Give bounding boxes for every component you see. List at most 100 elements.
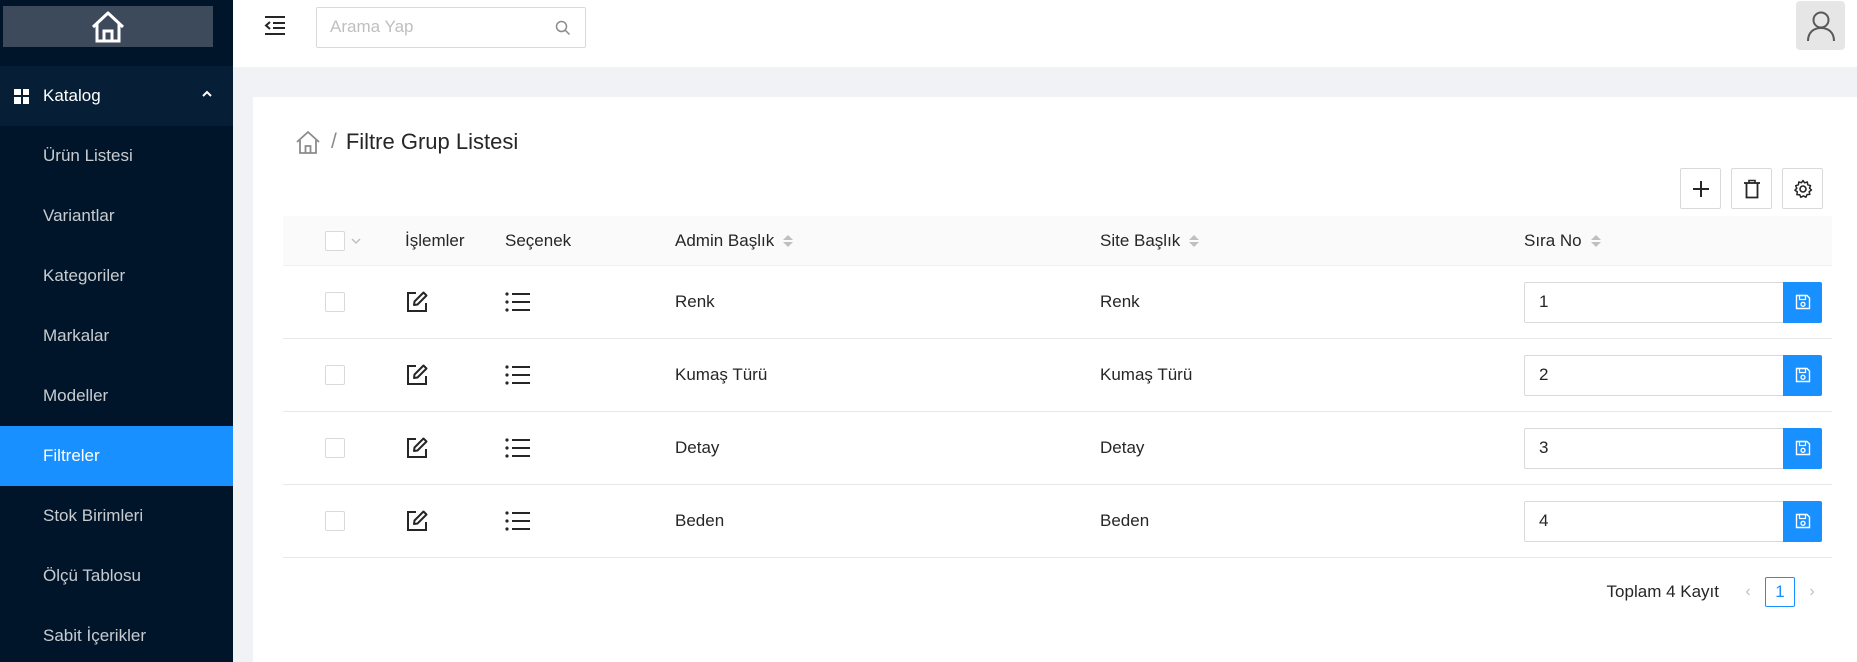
sidebar-item-stok-birimleri[interactable]: Stok Birimleri <box>0 486 233 546</box>
save-icon <box>1795 294 1810 310</box>
save-icon <box>1795 513 1810 529</box>
sidebar-item-label: Kategoriler <box>43 266 126 285</box>
save-icon <box>1795 367 1810 383</box>
sort-order-group <box>1524 500 1822 542</box>
row-checkbox[interactable] <box>325 365 345 385</box>
column-label: Seçenek <box>505 230 572 250</box>
sidebar-item-filtreler[interactable]: Filtreler <box>0 426 233 486</box>
sidebar-item-label: Modeller <box>43 386 109 405</box>
unordered-list-icon[interactable] <box>505 437 531 459</box>
sort-order-input[interactable] <box>1524 500 1783 542</box>
save-icon <box>1795 440 1810 456</box>
edit-cell <box>405 339 429 411</box>
edit-cell <box>405 266 429 338</box>
column-site-baslik[interactable]: Site Başlık <box>1100 216 1200 265</box>
admin-title-cell: Beden <box>675 485 724 557</box>
sidebar-item-label: Sabit İçerikler <box>43 626 146 645</box>
sidebar-item-olcu-tablosu[interactable]: Ölçü Tablosu <box>0 546 233 606</box>
table-row: Detay Detay <box>283 412 1832 485</box>
sort-icon <box>1590 234 1601 247</box>
delete-button[interactable] <box>1731 168 1772 209</box>
options-cell <box>505 339 531 411</box>
site-title-text: Beden <box>1100 511 1150 530</box>
unordered-list-icon[interactable] <box>505 510 531 532</box>
add-button[interactable] <box>1680 168 1721 209</box>
sidebar-item-modeller[interactable]: Modeller <box>0 366 233 426</box>
site-title-text: Detay <box>1100 438 1145 457</box>
column-admin-baslik[interactable]: Admin Başlık <box>675 216 794 265</box>
plus-icon <box>1692 180 1709 197</box>
save-button[interactable] <box>1783 427 1822 469</box>
save-button[interactable] <box>1783 500 1822 542</box>
site-title-cell: Renk <box>1100 266 1140 338</box>
logo-home-button[interactable] <box>3 6 213 47</box>
column-sira-no[interactable]: Sıra No <box>1524 216 1601 265</box>
table-row: Renk Renk <box>283 266 1832 339</box>
table-row: Beden Beden <box>283 485 1832 558</box>
sidebar-item-label: Variantlar <box>43 206 115 225</box>
select-all-checkbox[interactable] <box>325 230 345 251</box>
site-title-cell: Beden <box>1100 485 1149 557</box>
edit-icon[interactable] <box>405 436 429 460</box>
sidebar-item-sabit-icerikler[interactable]: Sabit İçerikler <box>0 606 233 662</box>
edit-icon[interactable] <box>405 290 429 314</box>
sort-order-group <box>1524 427 1822 469</box>
edit-cell <box>405 485 429 557</box>
sidebar-item-variantlar[interactable]: Variantlar <box>0 186 233 246</box>
column-label: Site Başlık <box>1100 230 1181 250</box>
search-input[interactable] <box>317 8 537 46</box>
edit-icon[interactable] <box>405 509 429 533</box>
options-cell <box>505 485 531 557</box>
admin-title-cell: Renk <box>675 266 715 338</box>
search-box <box>316 7 586 48</box>
sort-order-input[interactable] <box>1524 354 1783 396</box>
page-title: Filtre Grup Listesi <box>345 129 519 154</box>
trash-icon <box>1743 179 1760 198</box>
row-select-cell <box>325 339 345 411</box>
options-cell <box>505 412 531 484</box>
row-select-cell <box>325 412 345 484</box>
menu-section-katalog[interactable]: Katalog <box>0 66 233 126</box>
admin-title-cell: Kumaş Türü <box>675 339 767 411</box>
edit-icon[interactable] <box>405 363 429 387</box>
top-header <box>233 0 1857 67</box>
search-icon[interactable] <box>555 20 571 36</box>
row-checkbox[interactable] <box>325 438 345 458</box>
sidebar-item-kategoriler[interactable]: Kategoriler <box>0 246 233 306</box>
sort-order-input[interactable] <box>1524 427 1783 469</box>
save-button[interactable] <box>1783 281 1822 323</box>
settings-button[interactable] <box>1782 168 1823 209</box>
home-icon[interactable] <box>295 129 321 155</box>
sort-order-input[interactable] <box>1524 281 1783 323</box>
total-records: Toplam 4 Kayıt <box>1606 582 1719 601</box>
row-checkbox[interactable] <box>325 511 345 531</box>
sidebar-item-urun-listesi[interactable]: Ürün Listesi <box>0 126 233 186</box>
row-checkbox[interactable] <box>325 292 345 312</box>
user-avatar-button[interactable] <box>1796 1 1845 50</box>
column-secenek: Seçenek <box>505 216 571 265</box>
unordered-list-icon[interactable] <box>505 291 531 313</box>
next-page-button[interactable]: › <box>1801 583 1823 601</box>
sort-order-cell <box>1524 485 1822 557</box>
filter-group-table: İşlemler Seçenek Admin Başlık Site Başlı… <box>283 216 1832 558</box>
toolbar <box>1680 168 1823 209</box>
chevron-down-icon[interactable] <box>351 236 361 246</box>
home-icon <box>91 11 125 42</box>
column-islemler: İşlemler <box>405 216 465 265</box>
save-button[interactable] <box>1783 354 1822 396</box>
unordered-list-icon[interactable] <box>505 364 531 386</box>
sidebar-item-markalar[interactable]: Markalar <box>0 306 233 366</box>
row-select-cell <box>325 266 345 338</box>
column-label: İşlemler <box>405 230 465 250</box>
sidebar-item-label: Stok Birimleri <box>43 506 144 525</box>
site-title-cell: Detay <box>1100 412 1144 484</box>
site-title-cell: Kumaş Türü <box>1100 339 1192 411</box>
page-number-button[interactable]: 1 <box>1765 577 1795 607</box>
options-cell <box>505 266 531 338</box>
breadcrumb-separator: / <box>331 130 337 153</box>
prev-page-button[interactable]: ‹ <box>1737 583 1759 601</box>
sort-order-cell <box>1524 339 1822 411</box>
menu-fold-icon[interactable] <box>263 14 287 36</box>
pagination: Toplam 4 Kayıt ‹ 1 › <box>1607 577 1823 607</box>
sort-icon <box>1189 234 1200 247</box>
